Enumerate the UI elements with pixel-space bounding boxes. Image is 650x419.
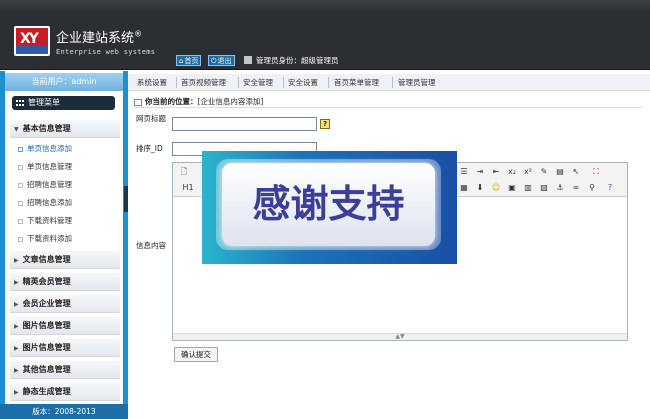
section-elite-member[interactable]: ▶ 精英会员管理 bbox=[10, 273, 120, 291]
app-title: 企业建站系统® bbox=[56, 29, 143, 46]
title-label: 网页标题 bbox=[136, 114, 166, 123]
clear-format-icon[interactable]: ✎ bbox=[539, 167, 549, 177]
section-image-info-1[interactable]: ▶ 图片信息管理 bbox=[10, 317, 120, 335]
grid-icon bbox=[16, 99, 24, 106]
flash-icon[interactable]: ▥ bbox=[523, 183, 533, 193]
version-text: 版本：2008-2013 bbox=[0, 404, 128, 419]
home-button[interactable]: ⌂首页 bbox=[176, 55, 202, 66]
role-icon bbox=[244, 56, 252, 64]
sidebar-toggle-handle[interactable] bbox=[124, 186, 128, 212]
content-label: 信息内容 bbox=[136, 241, 166, 250]
role-text: 管理员身份：超级管理员 bbox=[256, 56, 339, 65]
insert-icon[interactable]: ⬇ bbox=[475, 183, 485, 193]
unlink-icon[interactable]: ⚲ bbox=[587, 183, 597, 193]
logout-button[interactable]: ⏻退出 bbox=[208, 55, 235, 66]
select-all-icon[interactable]: ▤ bbox=[555, 167, 565, 177]
section-member-company[interactable]: ▶ 会员企业管理 bbox=[10, 295, 120, 313]
chevron-right-icon: ▶ bbox=[14, 367, 19, 374]
tab-system-settings[interactable]: 系统设置 bbox=[137, 74, 167, 91]
header: XY 企业建站系统® Enterprise web systems ⌂首页 ⏻退… bbox=[0, 0, 650, 70]
heading-select[interactable]: H1 bbox=[179, 183, 197, 193]
chevron-right-icon: ▶ bbox=[14, 279, 19, 286]
editor-help-icon[interactable]: ? bbox=[605, 183, 615, 193]
superscript-icon[interactable]: x² bbox=[523, 167, 533, 177]
indent-icon[interactable]: ⇥ bbox=[475, 167, 485, 177]
table-icon[interactable]: ▦ bbox=[459, 183, 469, 193]
section-image-info-2[interactable]: ▶ 图片信息管理 bbox=[10, 339, 120, 357]
media-icon[interactable]: ▧ bbox=[539, 183, 549, 193]
breadcrumb: 你当前的位置：[企业信息内容添加] bbox=[134, 96, 642, 108]
current-user: 当前用户：admin bbox=[5, 73, 123, 91]
chevron-right-icon: ▶ bbox=[14, 389, 19, 396]
sidebar-item-download-manage[interactable]: 下载资料管理 bbox=[18, 215, 72, 226]
tab-home-menu[interactable]: 首页菜单管理 bbox=[334, 74, 379, 91]
chevron-down-icon: ▼ bbox=[14, 126, 19, 133]
section-article[interactable]: ▶ 文章信息管理 bbox=[10, 251, 120, 269]
management-menu-header: 管理菜单 bbox=[12, 96, 115, 110]
tab-security-settings[interactable]: 安全设置 bbox=[288, 74, 318, 91]
chevron-right-icon: ▶ bbox=[14, 323, 19, 330]
top-nav: 系统设置 首页视频管理 安全管理 安全设置 首页菜单管理 管理员管理 bbox=[128, 74, 650, 91]
fullscreen-icon[interactable]: ⛶ bbox=[591, 167, 601, 177]
section-static-gen[interactable]: ▶ 静态生成管理 bbox=[10, 383, 120, 401]
chevron-right-icon: ▶ bbox=[14, 301, 19, 308]
sidebar-item-single-page-manage[interactable]: 单页信息管理 bbox=[18, 161, 72, 172]
source-icon[interactable]: 🗋 bbox=[179, 167, 189, 177]
tab-home-video[interactable]: 首页视频管理 bbox=[181, 74, 226, 91]
tab-security-manage[interactable]: 安全管理 bbox=[243, 74, 273, 91]
power-icon: ⏻ bbox=[211, 57, 217, 65]
submit-button[interactable]: 确认提交 bbox=[174, 347, 218, 362]
anchor-icon[interactable]: ⚓ bbox=[555, 183, 565, 193]
subscript-icon[interactable]: x₂ bbox=[507, 167, 517, 177]
emoticon-icon[interactable]: ☺ bbox=[491, 183, 501, 193]
tab-admin-manage[interactable]: 管理员管理 bbox=[398, 74, 436, 91]
title-input[interactable] bbox=[172, 117, 317, 131]
home-icon: ⌂ bbox=[179, 57, 184, 65]
app-subtitle: Enterprise web systems bbox=[56, 48, 156, 56]
pointer-icon[interactable]: ↖ bbox=[571, 167, 581, 177]
section-other-info[interactable]: ▶ 其他信息管理 bbox=[10, 361, 120, 379]
outdent-icon[interactable]: ⇤ bbox=[491, 167, 501, 177]
logo: XY bbox=[14, 26, 50, 56]
sidebar-item-single-page-add[interactable]: 单页信息添加 bbox=[18, 143, 72, 154]
sidebar-item-download-add[interactable]: 下载资料添加 bbox=[18, 233, 72, 244]
chevron-right-icon: ▶ bbox=[14, 345, 19, 352]
thanks-text: 感谢支持 bbox=[252, 182, 405, 226]
help-icon[interactable]: ? bbox=[320, 119, 330, 129]
section-basic-info[interactable]: ▼ 基本信息管理 bbox=[10, 120, 120, 138]
sidebar: 当前用户：admin 管理菜单 ▼ 基本信息管理 单页信息添加 单页信息管理 招聘… bbox=[0, 71, 128, 419]
sort-label: 排序_ID bbox=[136, 144, 163, 153]
sidebar-item-recruit-manage[interactable]: 招聘信息管理 bbox=[18, 179, 72, 190]
unordered-list-icon[interactable]: ☰ bbox=[459, 167, 469, 177]
link-icon[interactable]: ∞ bbox=[571, 183, 581, 193]
editor-resize-handle[interactable]: ▲▼ bbox=[173, 333, 627, 340]
image-icon[interactable]: ▣ bbox=[507, 183, 517, 193]
thanks-overlay-banner: 感谢支持 bbox=[202, 151, 457, 264]
chevron-right-icon: ▶ bbox=[14, 257, 19, 264]
sidebar-item-recruit-add[interactable]: 招聘信息添加 bbox=[18, 197, 72, 208]
location-icon bbox=[134, 98, 142, 106]
